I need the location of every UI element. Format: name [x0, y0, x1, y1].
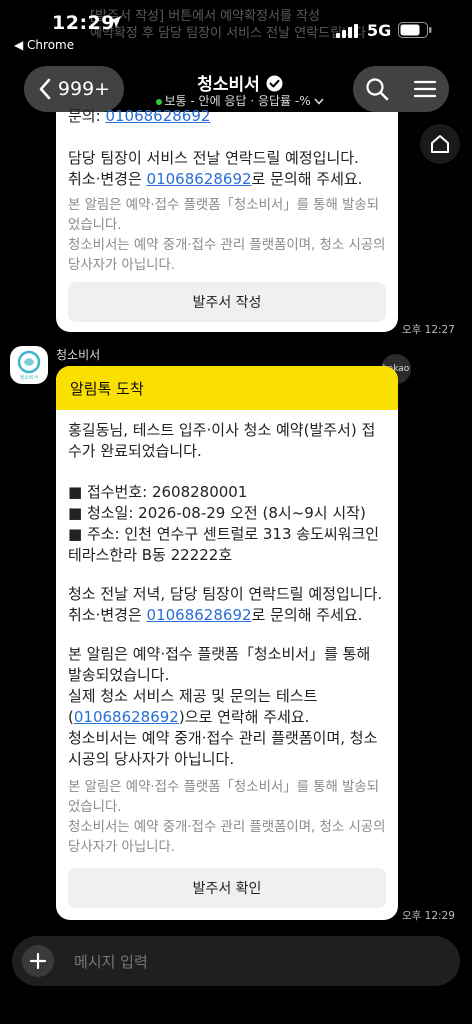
- verified-badge-icon: [266, 75, 283, 92]
- message2-gray-1: 본 알림은 예약·접수 플랫폼「청소비서」를 통해 발송되었습니다.: [68, 780, 380, 815]
- signal-bars-icon: [336, 24, 358, 38]
- message1-gray-2: 청소비서는 예약 중개·접수 관리 플랫폼이며, 청소 시공의 당사자가 아닙니…: [68, 238, 386, 273]
- plus-icon: [29, 952, 47, 970]
- write-order-button[interactable]: 발주서 작성: [68, 282, 386, 322]
- online-dot: [155, 98, 162, 105]
- home-button[interactable]: [420, 124, 460, 164]
- message1-time: 오후 12:27: [402, 324, 455, 336]
- message2-sent-via: 본 알림은 예약·접수 플랫폼「청소비서」를 통해 발송되었습니다.: [68, 645, 371, 684]
- contact-phone-link[interactable]: 01068628692: [105, 107, 210, 125]
- message2-gray-2: 청소비서는 예약 중개·접수 관리 플랫폼이며, 청소 시공의 당사자가 아닙니…: [68, 820, 386, 855]
- message1-body: 담당 팀장이 서비스 전날 연락드릴 예정입니다. 취소·변경은 0106862…: [56, 148, 398, 190]
- message2-body: 홍길동님, 테스트 입주·이사 청소 예약(발주서) 접수가 완료되었습니다. …: [56, 410, 398, 770]
- message2-intro: 홍길동님, 테스트 입주·이사 청소 예약(발주서) 접수가 완료되었습니다.: [68, 421, 376, 460]
- search-icon[interactable]: [365, 77, 389, 101]
- message-input-bar: 메시지 입력: [12, 936, 460, 986]
- back-to-app-link[interactable]: ◀ Chrome: [14, 38, 74, 52]
- unread-count: 999+: [57, 78, 111, 100]
- back-chevron-icon: [39, 78, 51, 100]
- message2-real-contact: 실제 청소 서비스 제공 및 문의는 테스트(01068628692)으로 연락…: [68, 686, 386, 728]
- view-order-button[interactable]: 발주서 확인: [68, 868, 386, 908]
- message1-change-line: 취소·변경은 01068628692로 문의해 주세요.: [68, 169, 386, 190]
- avatar-label: 청소비서: [20, 374, 38, 381]
- message2-address: ■ 주소: 인천 연수구 센트럴로 313 송도씨워크인테라스한라 B동 222…: [68, 525, 380, 564]
- message2-platform: 청소비서는 예약 중개·접수 관리 플랫폼이며, 청소 시공의 당사자가 아닙니…: [68, 729, 378, 768]
- message2-receipt: ■ 접수번호: 2608280001: [68, 483, 248, 501]
- avatar[interactable]: 청소비서: [10, 346, 48, 384]
- contact-line: 문의: 01068628692: [56, 106, 222, 127]
- chevron-down-icon: [314, 98, 325, 105]
- location-arrow-icon: [109, 16, 121, 28]
- header-actions: [353, 66, 449, 112]
- change-prefix: 취소·변경은: [68, 170, 147, 188]
- home-icon: [431, 135, 449, 153]
- message2-date: ■ 청소일: 2026-08-29 오전 (8시~9시 시작): [68, 504, 366, 522]
- message-input[interactable]: 메시지 입력: [74, 951, 148, 972]
- message2-time: 오후 12:29: [402, 910, 455, 922]
- message2-change-line: 취소·변경은 01068628692로 문의해 주세요.: [68, 605, 386, 626]
- ghost-line-1: [발주서 작성] 버튼에서 예약확정서를 작성: [90, 9, 320, 24]
- attach-plus-button[interactable]: [22, 945, 54, 977]
- change-phone-link[interactable]: 01068628692: [147, 606, 252, 624]
- battery-icon: [398, 22, 432, 38]
- message-bubble-2: 알림톡 도착 홍길동님, 테스트 입주·이사 청소 예약(발주서) 접수가 완료…: [56, 366, 398, 920]
- menu-icon[interactable]: [413, 79, 437, 99]
- message2-notice: 청소 전날 저녁, 담당 팀장이 연락드릴 예정입니다.: [68, 585, 383, 603]
- change-suffix: 로 문의해 주세요.: [251, 170, 363, 188]
- status-time: 12:29: [52, 12, 115, 34]
- message1-notice: 담당 팀장이 서비스 전날 연락드릴 예정입니다.: [68, 149, 359, 167]
- sender-logo-icon: 청소비서: [17, 350, 41, 381]
- message1-gray: 본 알림은 예약·접수 플랫폼「청소비서」를 통해 발송되었습니다. 청소비서는…: [56, 196, 398, 276]
- real-suffix: )으로 연락해 주세요.: [178, 708, 310, 726]
- alimtalk-header: 알림톡 도착: [56, 366, 398, 410]
- sender-name: 청소비서: [56, 348, 101, 362]
- message2-gray: 본 알림은 예약·접수 플랫폼「청소비서」를 통해 발송되었습니다. 청소비서는…: [56, 778, 398, 858]
- message-bubble-1: 문의: 01068628692 담당 팀장이 서비스 전날 연락드릴 예정입니다…: [56, 107, 398, 332]
- change-phone-link[interactable]: 01068628692: [147, 170, 252, 188]
- message1-gray-1: 본 알림은 예약·접수 플랫폼「청소비서」를 통해 발송되었습니다.: [68, 198, 380, 233]
- change-suffix: 로 문의해 주세요.: [251, 606, 363, 624]
- change-prefix: 취소·변경은: [68, 606, 147, 624]
- contact-prefix: 문의:: [68, 107, 106, 125]
- real-phone-link[interactable]: 01068628692: [74, 708, 179, 726]
- network-type: 5G: [367, 21, 392, 40]
